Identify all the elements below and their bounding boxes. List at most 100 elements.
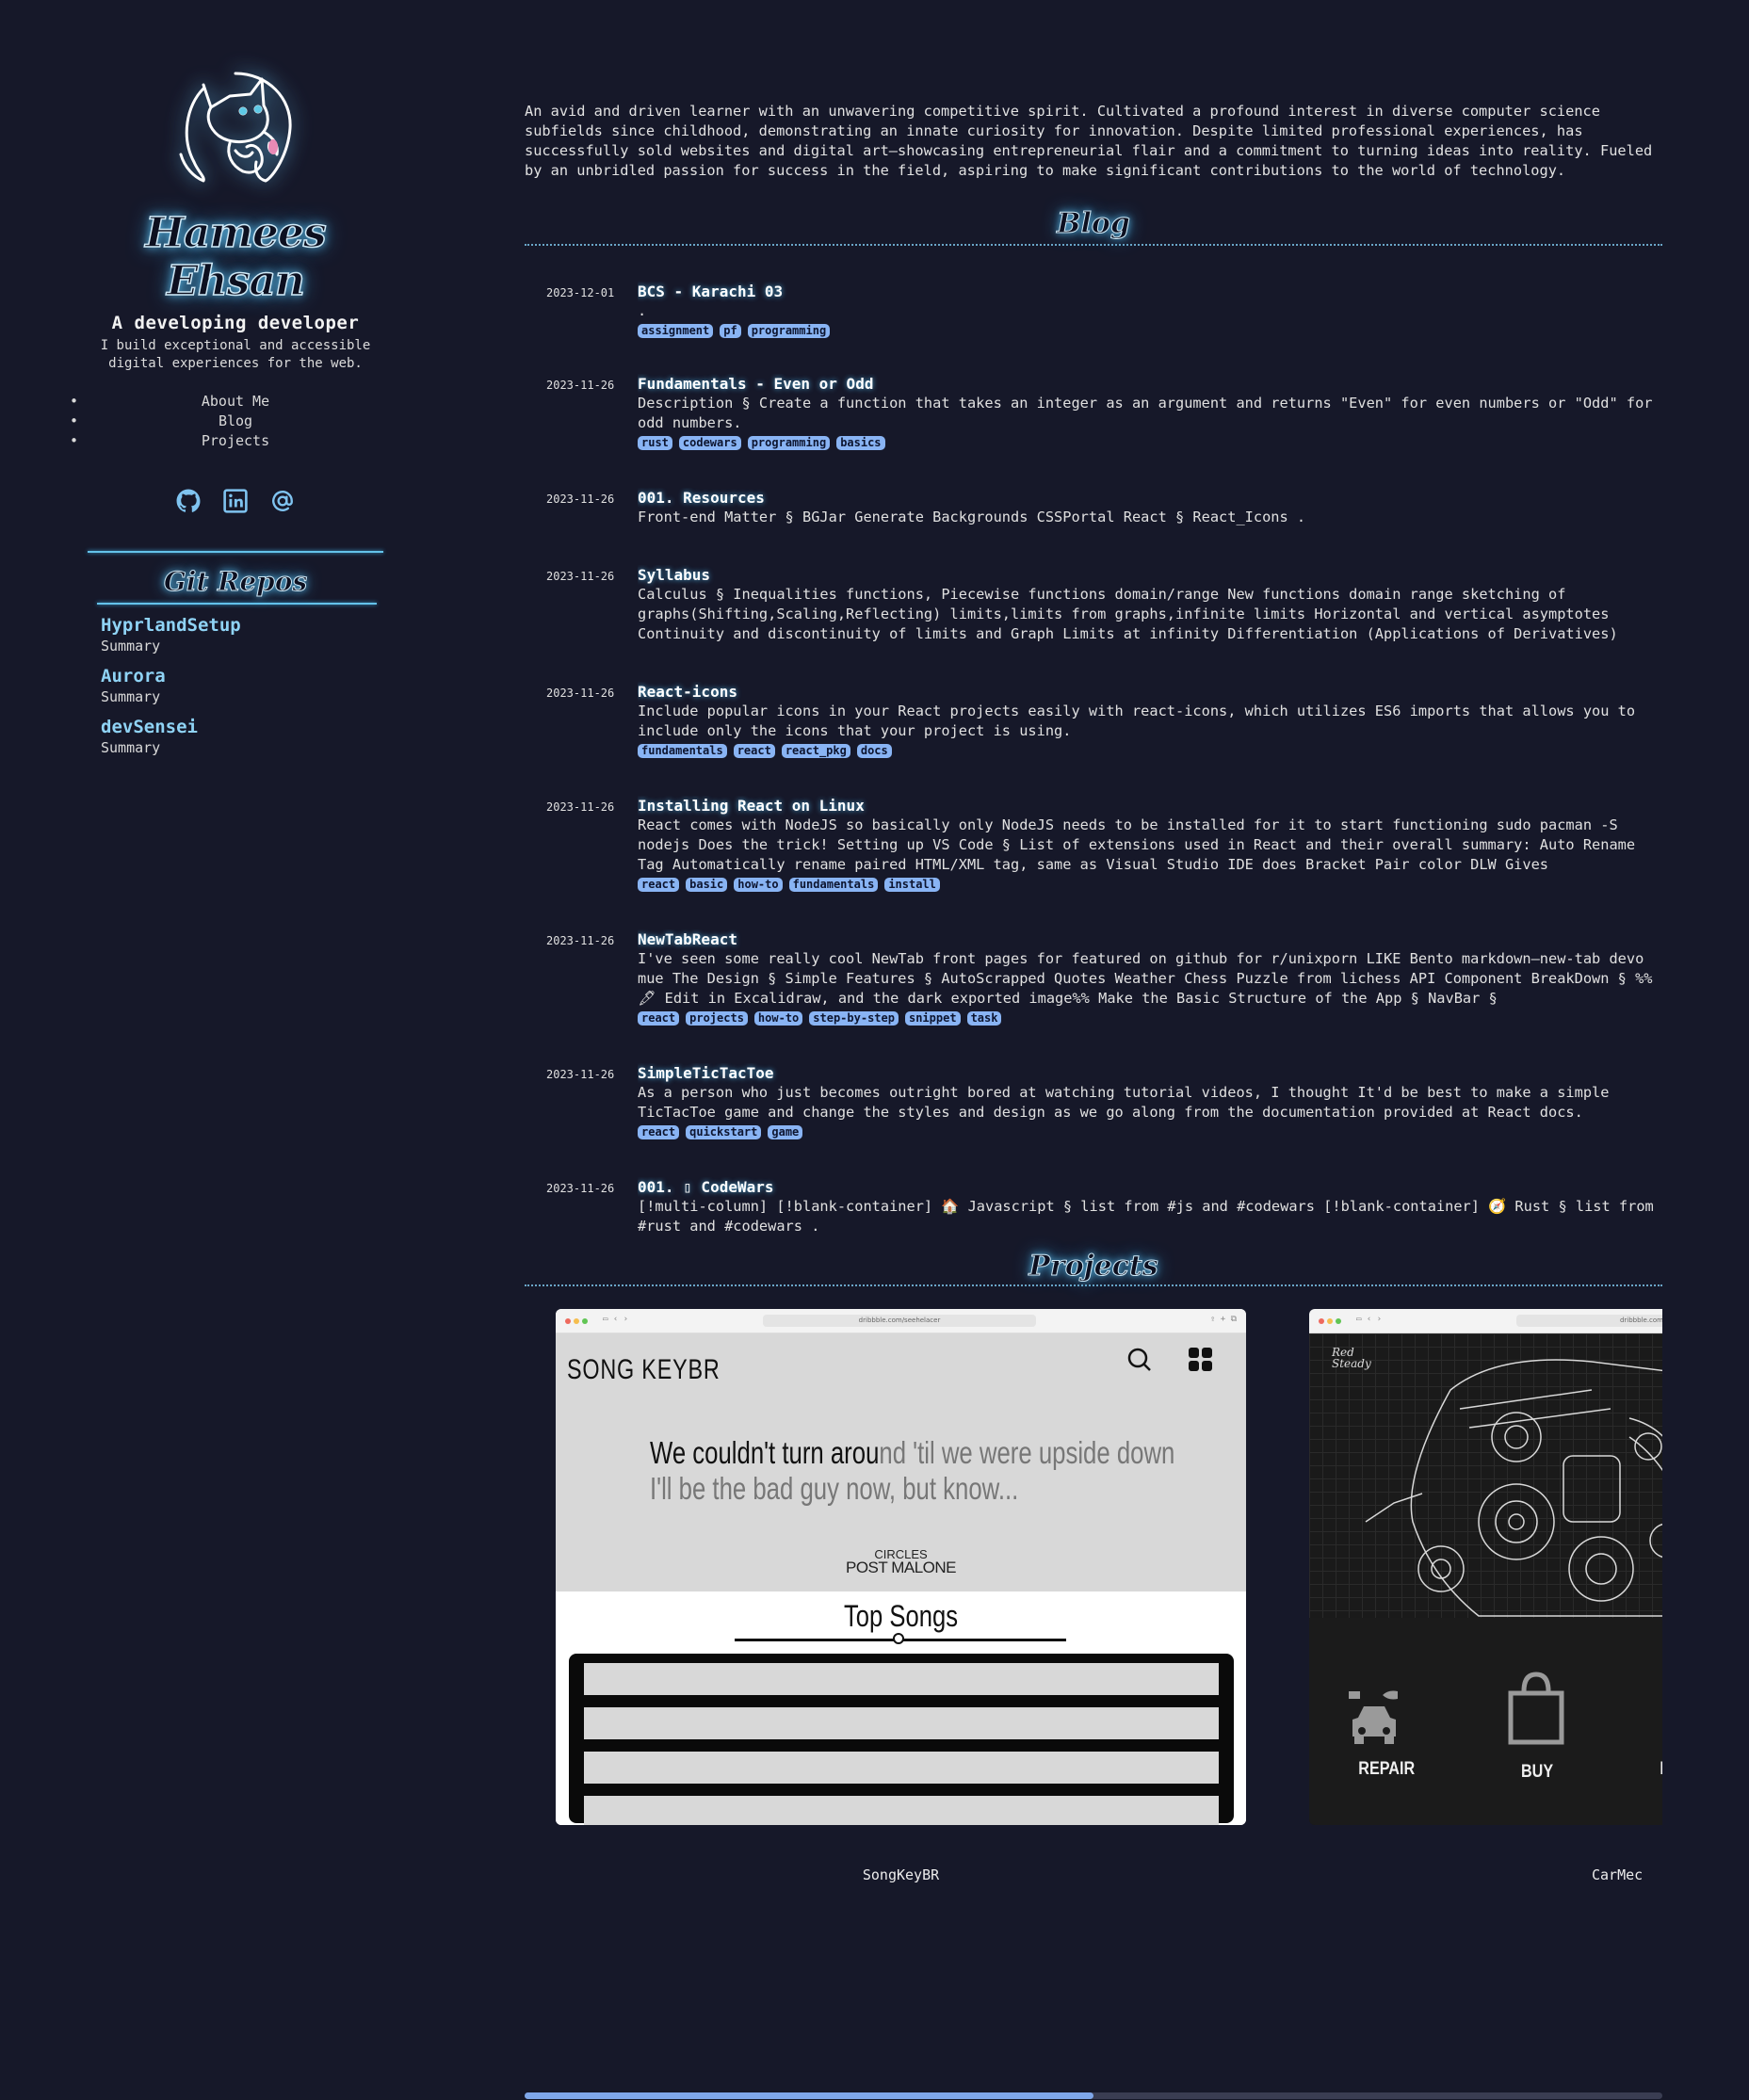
post-tags: fundamentals react react_pkg docs <box>638 744 1662 758</box>
tag-badge[interactable]: basics <box>836 436 885 450</box>
post-title-link[interactable]: BCS - Karachi 03 <box>638 282 1662 301</box>
buy-label[interactable]: BUY <box>1521 1762 1553 1783</box>
post-title-link[interactable]: Syllabus <box>638 565 1662 585</box>
tag-badge[interactable]: assignment <box>638 324 714 338</box>
tag-badge[interactable]: react <box>638 1011 680 1026</box>
tag-badge[interactable]: pf <box>720 324 741 338</box>
project-card[interactable]: ▭ ‹ › dribbble.com Red Steady REPAIR BUY <box>1309 1309 1662 1825</box>
project-label[interactable]: SongKeyBR <box>556 1866 1246 1883</box>
tag-badge[interactable]: install <box>884 878 940 892</box>
tag-badge[interactable]: how-to <box>753 1011 803 1026</box>
tag-badge[interactable]: react <box>638 1125 680 1139</box>
post-excerpt: . <box>638 302 647 319</box>
post-title-link[interactable]: React-icons <box>638 682 1662 702</box>
tag-badge[interactable]: quickstart <box>686 1125 762 1139</box>
nav-item-label[interactable]: Blog <box>85 412 386 431</box>
shopping-bag-icon[interactable] <box>1505 1671 1567 1746</box>
repair-icon[interactable] <box>1345 1682 1401 1748</box>
blog-post[interactable]: 2023-11-26 Installing React on Linux React… <box>525 796 1662 892</box>
project-screenshot[interactable]: ▭ ‹ › dribbble.com Red Steady REPAIR BUY <box>1309 1309 1662 1825</box>
blog-post[interactable]: 2023-11-26 001. ▯ CodeWars [!multi-column]… <box>525 1177 1662 1236</box>
tag-badge[interactable]: step-by-step <box>809 1011 899 1026</box>
post-title-link[interactable]: Fundamentals - Even or Odd <box>638 374 1662 394</box>
nav-item-blog[interactable]: • Blog <box>70 412 386 431</box>
repo-item: HyprlandSetup Summary <box>101 614 386 655</box>
nav-item-projects[interactable]: • Projects <box>70 431 386 451</box>
post-tags: assignment pf programming <box>638 324 1662 338</box>
profile-name: Hamees Ehsan <box>145 208 328 306</box>
tag-badge[interactable]: programming <box>747 324 831 338</box>
list-item <box>584 1796 1219 1825</box>
tag-badge[interactable]: codewars <box>678 436 741 450</box>
blog-post[interactable]: 2023-11-26 React-icons Include popular ico… <box>525 682 1662 758</box>
post-date: 2023-11-26 <box>546 493 615 506</box>
projects-carousel[interactable]: ▭ ‹ › dribbble.com/seehelacer ⇪ + ⧉ SONG… <box>525 1309 1662 1893</box>
repo-link[interactable]: Aurora <box>101 665 386 687</box>
tag-badge[interactable]: fundamentals <box>788 878 879 892</box>
tag-badge[interactable]: react <box>638 878 680 892</box>
tag-badge[interactable]: snippet <box>904 1011 961 1026</box>
repo-link[interactable]: devSensei <box>101 716 386 738</box>
tag-badge[interactable]: react <box>733 744 775 758</box>
divider <box>525 244 1662 246</box>
post-title-link[interactable]: Installing React on Linux <box>638 796 1662 816</box>
tag-badge[interactable]: basic <box>686 878 728 892</box>
project-card[interactable]: ▭ ‹ › dribbble.com/seehelacer ⇪ + ⧉ SONG… <box>556 1309 1246 1825</box>
tag-badge[interactable]: programming <box>747 436 831 450</box>
post-date: 2023-12-01 <box>546 286 615 299</box>
lyric-upcoming: nd 'til we were upside down <box>879 1435 1175 1470</box>
post-title-link[interactable]: SimpleTicTacToe <box>638 1063 1662 1083</box>
nav-item-label[interactable]: Projects <box>85 431 386 451</box>
post-title-link[interactable]: NewTabReact <box>638 929 1662 949</box>
tag-badge[interactable]: react_pkg <box>781 744 850 758</box>
git-repos-section: Git Repos HyprlandSetup Summary Aurora S… <box>85 551 386 757</box>
maximize-dot-icon <box>582 1318 588 1324</box>
tag-badge[interactable]: docs <box>856 744 892 758</box>
repo-summary: Summary <box>101 688 161 705</box>
close-dot-icon <box>565 1318 571 1324</box>
repo-link[interactable]: HyprlandSetup <box>101 614 386 637</box>
search-icon <box>1127 1348 1151 1371</box>
blog-post[interactable]: 2023-11-26 Fundamentals - Even or Odd Desc… <box>525 374 1662 450</box>
scrollbar-thumb[interactable] <box>525 2092 1093 2099</box>
repair-label[interactable]: REPAIR <box>1358 1759 1415 1780</box>
post-excerpt: As a person who just becomes outright bo… <box>638 1084 1610 1121</box>
tag-badge[interactable]: task <box>966 1011 1002 1026</box>
blog-post[interactable]: 2023-11-26 001. Resources Front-end Matter… <box>525 488 1662 527</box>
carousel-scrollbar[interactable] <box>525 2092 1662 2099</box>
project-label[interactable]: CarMec <box>1592 1866 1662 1883</box>
lyric-line-2: I'll be the bad guy now, but know... <box>650 1471 1019 1506</box>
blog-post[interactable]: 2023-12-01 BCS - Karachi 03. assignment pf p… <box>525 282 1662 338</box>
linkedin-icon[interactable] <box>223 489 248 513</box>
top-songs-list <box>569 1654 1234 1825</box>
sidebar: Hamees Ehsan A developing developer I bu… <box>70 68 386 757</box>
lyric-display: We couldn't turn around 'til we were ups… <box>650 1435 1174 1507</box>
post-excerpt: I've seen some really cool NewTab front … <box>638 950 1653 1007</box>
divider <box>525 1284 1662 1286</box>
lyric-sung: We couldn't turn arou <box>650 1435 880 1470</box>
browser-chrome: ▭ ‹ › dribbble.com/seehelacer ⇪ + ⧉ <box>556 1309 1246 1333</box>
nav-item-label[interactable]: About Me <box>85 392 386 412</box>
tag-badge[interactable]: projects <box>686 1011 748 1026</box>
bullet-icon: • <box>70 432 79 449</box>
browser-nav-icons: ▭ ‹ › <box>1356 1315 1383 1324</box>
profile-tagline: A developing developer <box>111 313 360 333</box>
tag-badge[interactable]: fundamentals <box>638 744 727 758</box>
project-screenshot[interactable]: ▭ ‹ › dribbble.com/seehelacer ⇪ + ⧉ SONG… <box>556 1309 1246 1825</box>
profile-intro: I build exceptional and accessible digit… <box>100 338 371 371</box>
tag-badge[interactable]: game <box>768 1125 803 1139</box>
tag-badge[interactable]: how-to <box>734 878 783 892</box>
post-date: 2023-11-26 <box>546 570 615 583</box>
post-excerpt: Description § Create a function that tak… <box>638 395 1653 431</box>
at-sign-icon[interactable] <box>270 489 295 513</box>
tag-badge[interactable]: rust <box>638 436 672 450</box>
github-icon[interactable] <box>176 489 201 513</box>
nav-item-about[interactable]: • About Me <box>70 392 386 412</box>
blog-post[interactable]: 2023-11-26 NewTabReact I've seen some real… <box>525 929 1662 1026</box>
blog-post[interactable]: 2023-11-26 Syllabus Calculus § Inequalitie… <box>525 565 1662 644</box>
post-title-link[interactable]: 001. ▯ CodeWars <box>638 1177 1662 1197</box>
songkeybr-logo: SONG KEYBR <box>567 1354 721 1385</box>
post-body: 001. Resources Front-end Matter § BGJar G… <box>638 488 1662 527</box>
blog-post[interactable]: 2023-11-26 SimpleTicTacToe As a person who… <box>525 1063 1662 1139</box>
post-title-link[interactable]: 001. Resources <box>638 488 1662 508</box>
